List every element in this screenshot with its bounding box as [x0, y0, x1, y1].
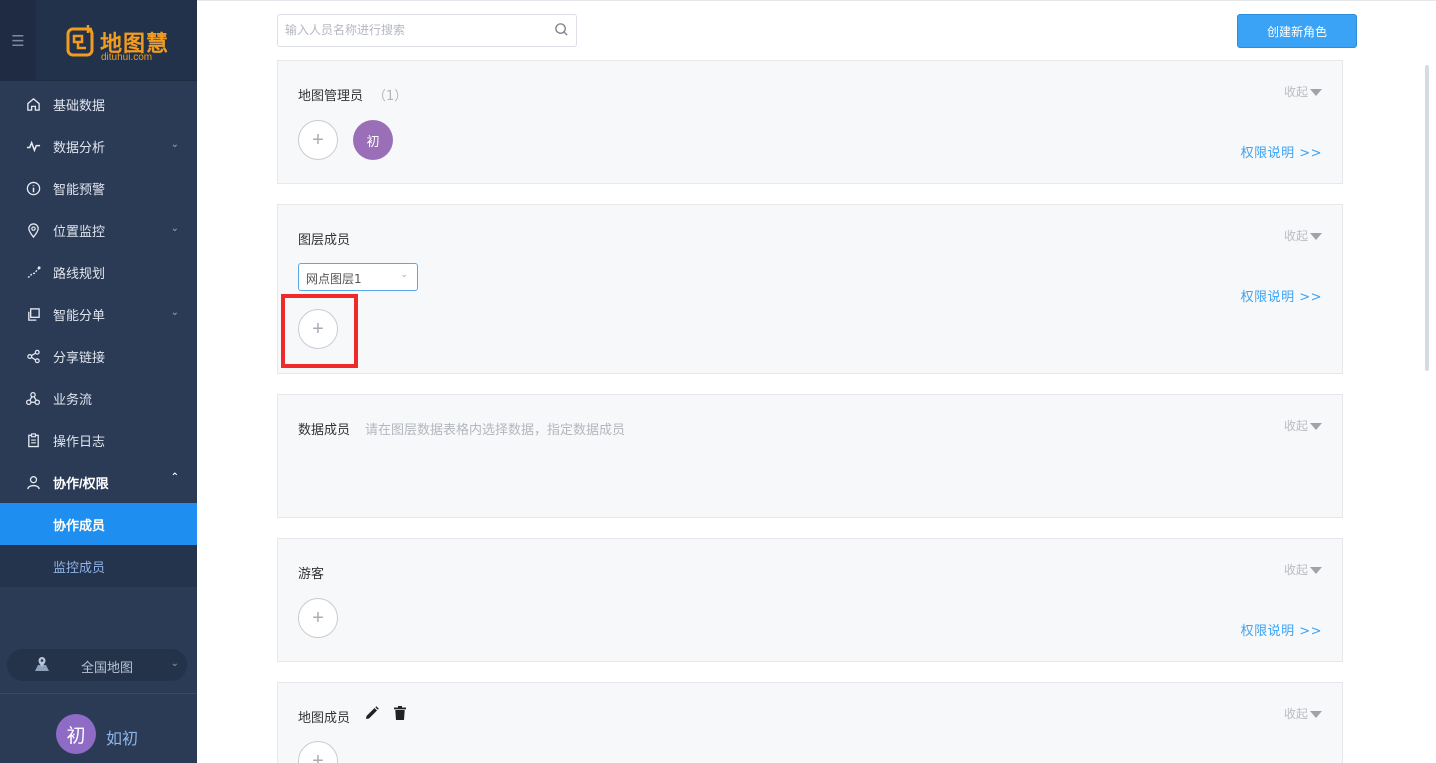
collapse-toggle[interactable]: 收起	[1284, 705, 1322, 722]
sidebar-item-basic-data[interactable]: 基础数据	[0, 83, 197, 125]
sidebar-menu: 基础数据 数据分析 ⌄ 智能预警 位置监控 ⌄ 路线规划 智能分单 ⌄ 分享链接…	[0, 83, 197, 587]
sidebar-item-collaboration[interactable]: 协作/权限 ⌃	[0, 461, 197, 503]
collapse-toggle[interactable]: 收起	[1284, 561, 1322, 578]
sidebar-item-smart-alert[interactable]: 智能预警	[0, 167, 197, 209]
member-count: （1）	[373, 89, 408, 104]
sidebar-item-operation-log[interactable]: 操作日志	[0, 419, 197, 461]
sidebar-item-label: 智能分单	[53, 307, 106, 323]
sidebar: ☰ 地图慧 dituhui.com 基础数据 数据分析 ⌄ 智能预警 位置监控 …	[0, 0, 197, 763]
data-section: 数据成员 请在图层数据表格内选择数据，指定数据成员 收起	[277, 394, 1343, 518]
sidebar-item-share-link[interactable]: 分享链接	[0, 335, 197, 377]
search-box	[277, 14, 577, 47]
map-selector[interactable]: 全国地图 ⌄	[7, 649, 187, 681]
chevron-down-icon: ⌄	[170, 658, 179, 669]
avatar[interactable]: 初	[56, 714, 96, 754]
sidebar-item-label: 基础数据	[53, 97, 106, 113]
sidebar-item-label: 位置监控	[53, 223, 106, 239]
map-selector-label: 全国地图	[81, 660, 134, 675]
pulse-chart-icon	[25, 138, 41, 154]
sidebar-item-label: 操作日志	[53, 433, 106, 449]
sidebar-item-label: 业务流	[53, 391, 93, 407]
section-title: 数据成员	[298, 423, 351, 438]
share-icon	[25, 348, 41, 364]
copy-icon	[25, 306, 41, 322]
section-title: 游客	[298, 567, 325, 582]
admin-section: 地图管理员 （1） 收起 + 初 权限说明 >>	[277, 60, 1343, 184]
caret-down-icon	[1310, 233, 1322, 240]
caret-down-icon	[1310, 89, 1322, 96]
sidebar-item-workflow[interactable]: 业务流	[0, 377, 197, 419]
edit-icon[interactable]	[364, 705, 380, 721]
permission-link[interactable]: 权限说明 >>	[1241, 142, 1322, 161]
clipboard-icon	[25, 432, 41, 448]
collapse-label: 收起	[1283, 563, 1308, 577]
location-pin-icon	[25, 222, 41, 238]
chevron-down-icon: ⌄	[170, 307, 179, 318]
create-role-button[interactable]: 创建新角色	[1237, 14, 1357, 48]
collapse-label: 收起	[1283, 85, 1308, 99]
flow-icon	[25, 390, 41, 406]
delete-icon[interactable]	[393, 705, 407, 721]
hamburger-icon[interactable]: ☰	[0, 0, 36, 81]
collapse-label: 收起	[1283, 419, 1308, 433]
layer-section: 图层成员 收起 网点图层1 ⌄ + 权限说明 >>	[277, 204, 1343, 374]
logo-mark-icon	[66, 25, 94, 57]
chevron-down-icon: ⌄	[170, 223, 179, 234]
add-member-button[interactable]: +	[298, 598, 338, 638]
search-icon[interactable]	[554, 22, 569, 37]
collapse-label: 收起	[1283, 707, 1308, 721]
search-input[interactable]	[285, 23, 545, 37]
permission-link[interactable]: 权限说明 >>	[1241, 286, 1322, 305]
sidebar-item-location-monitor[interactable]: 位置监控 ⌄	[0, 209, 197, 251]
layer-select[interactable]: 网点图层1 ⌄	[298, 263, 418, 291]
chevron-down-icon: ⌄	[400, 270, 408, 280]
sidebar-item-label: 协作/权限	[53, 475, 109, 491]
sidebar-subitem-label: 监控成员	[53, 559, 106, 575]
sidebar-item-smart-dispatch[interactable]: 智能分单 ⌄	[0, 293, 197, 335]
sidebar-item-data-analysis[interactable]: 数据分析 ⌄	[0, 125, 197, 167]
add-member-button[interactable]: +	[298, 309, 338, 349]
add-member-button[interactable]: +	[298, 120, 338, 160]
caret-down-icon	[1310, 711, 1322, 718]
caret-down-icon	[1310, 567, 1322, 574]
collapse-toggle[interactable]: 收起	[1284, 83, 1322, 100]
guest-section: 游客 收起 + 权限说明 >>	[277, 538, 1343, 662]
chevron-up-icon: ⌃	[170, 472, 179, 483]
info-circle-icon	[25, 180, 41, 196]
section-title: 地图成员	[298, 711, 351, 726]
sidebar-item-route-planning[interactable]: 路线规划	[0, 251, 197, 293]
sidebar-subitem-collab-members[interactable]: 协作成员	[0, 503, 197, 545]
permission-link[interactable]: 权限说明 >>	[1241, 620, 1322, 639]
add-member-button[interactable]: +	[298, 741, 338, 763]
sidebar-item-label: 路线规划	[53, 265, 106, 281]
map-pin-icon	[35, 657, 49, 671]
chevron-down-icon: ⌄	[170, 139, 179, 150]
sidebar-item-label: 智能预警	[53, 181, 106, 197]
home-icon	[25, 96, 41, 112]
user-panel: 初 如初	[0, 693, 197, 763]
brand-domain: dituhui.com	[101, 52, 153, 63]
collapse-toggle[interactable]: 收起	[1284, 417, 1322, 434]
user-name[interactable]: 如初	[106, 725, 138, 749]
sidebar-subitem-label: 协作成员	[53, 517, 106, 533]
collapse-toggle[interactable]: 收起	[1284, 227, 1322, 244]
sidebar-header: ☰ 地图慧 dituhui.com	[0, 0, 197, 81]
map-member-section: 地图成员 收起 +	[277, 682, 1343, 763]
sidebar-item-label: 数据分析	[53, 139, 106, 155]
section-title: 地图管理员 （1）	[298, 85, 407, 104]
scrollbar[interactable]	[1425, 65, 1429, 371]
layer-select-value: 网点图层1	[306, 272, 362, 286]
section-title: 图层成员	[298, 233, 351, 248]
sidebar-subitem-monitor-members[interactable]: 监控成员	[0, 545, 197, 587]
section-title-text: 地图管理员	[298, 89, 364, 104]
caret-down-icon	[1310, 423, 1322, 430]
user-icon	[25, 474, 41, 490]
avatar[interactable]: 初	[353, 120, 393, 160]
main-content: 创建新角色 地图管理员 （1） 收起 + 初 权限说明 >> 图层成员 收起 网点…	[197, 0, 1436, 763]
sidebar-item-label: 分享链接	[53, 349, 106, 365]
brand-logo[interactable]: 地图慧 dituhui.com	[66, 24, 176, 64]
section-hint: 请在图层数据表格内选择数据，指定数据成员	[365, 423, 626, 438]
collapse-label: 收起	[1283, 229, 1308, 243]
route-icon	[25, 264, 41, 280]
